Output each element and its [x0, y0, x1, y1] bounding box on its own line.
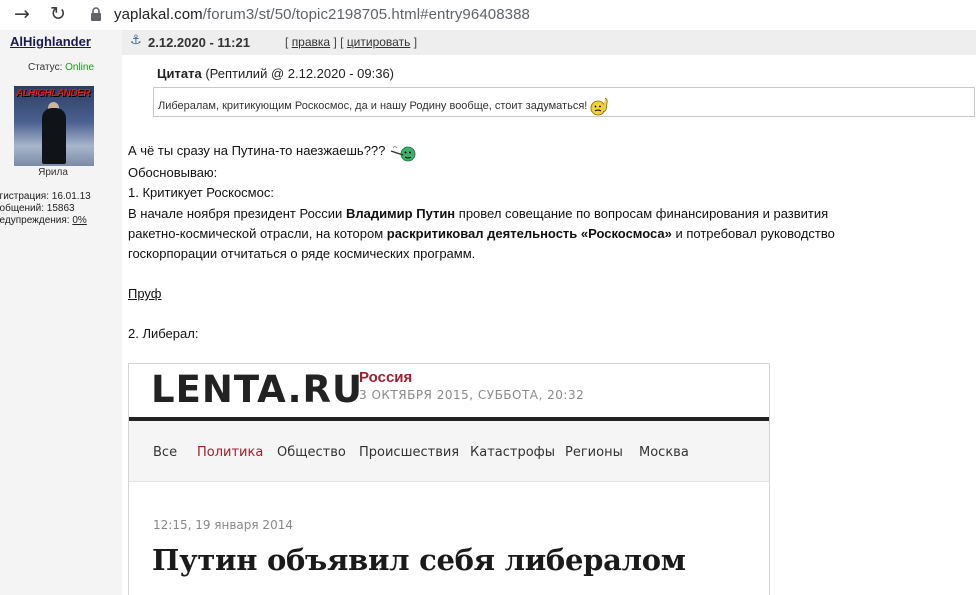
body-line-1: А чё ты сразу на Путина-то наезжаешь??? [128, 141, 417, 162]
quote-label: Цитата [157, 66, 202, 81]
warnings-value[interactable]: 0% [72, 215, 86, 226]
avatar-logo: ALHIGHLANDER [16, 88, 91, 99]
url-host: yaplakal.com [114, 6, 203, 23]
status-label: Статус: [27, 62, 63, 73]
lock-icon[interactable] [90, 7, 102, 21]
proof-link[interactable]: Пруф [128, 286, 161, 301]
browser-toolbar: → ↻ yaplakal.com/forum3/st/50/topic21987… [0, 0, 976, 30]
thinking-smiley-icon [590, 97, 609, 116]
para-a: В начале ноября президент России [128, 206, 346, 221]
lenta-nav-item: Общество [277, 445, 346, 460]
quote-link[interactable]: цитировать [347, 35, 411, 49]
body-line-1-text: А чё ты сразу на Путина-то наезжаешь??? [128, 143, 386, 158]
bracket-open: [ [285, 35, 289, 49]
post-date: 2.12.2020 - 11:21 [148, 35, 250, 50]
lenta-logo: LENTA.RU [151, 368, 364, 411]
lenta-nav-caret [215, 474, 229, 481]
lenta-article-time: 12:15, 19 января 2014 [153, 518, 293, 532]
user-rank: Ярила [38, 167, 68, 178]
back-arrow-icon[interactable]: → [12, 4, 32, 24]
warnings-label: редупреждения: [0, 215, 70, 226]
para2-b: раскритиковал деятельность «Роскосмоса» [386, 226, 672, 241]
post-header: ⚓ 2.12.2020 - 11:21 [ правка ] [ цитиров… [122, 30, 976, 55]
edit-link[interactable]: правка [292, 35, 330, 49]
lenta-section: Россия [359, 369, 413, 386]
quote-meta: (Рептилий @ 2.12.2020 - 09:36) [205, 66, 395, 81]
user-sidebar: AlHighlander Статус: Online ALHIGHLANDER… [0, 30, 122, 595]
lenta-screenshot-image: LENTA.RU Россия 3 ОКТЯБРЯ 2015, СУББОТА,… [128, 363, 770, 595]
status-value: Online [65, 62, 95, 73]
quote-box: Либералам, критикующим Роскосмос, да и н… [153, 87, 975, 117]
user-messages: ообщений: 15863 [0, 203, 75, 214]
lenta-nav-item: Москва [639, 445, 689, 460]
user-status: Статус: Online [0, 62, 122, 73]
lenta-date: 3 ОКТЯБРЯ 2015, СУББОТА, 20:32 [359, 388, 585, 402]
quote-title: Цитата (Рептилий @ 2.12.2020 - 09:36) [157, 66, 394, 81]
body-line-4: 2. Либерал: [128, 326, 199, 341]
lenta-nav-item: Все [153, 445, 178, 460]
avatar[interactable]: ALHIGHLANDER [14, 86, 94, 166]
anchor-icon[interactable]: ⚓ [130, 34, 144, 48]
avatar-figure [42, 108, 66, 164]
lenta-nav: Все Политика Общество Происшествия Катас… [129, 421, 769, 482]
lenta-nav-item-active: Политика [197, 445, 264, 460]
para-b: Владимир Путин [345, 206, 456, 221]
user-registration: егистрация: 16.01.13 [0, 191, 91, 202]
user-warnings: редупреждения: 0% [0, 215, 87, 226]
para2-a: ракетно-космической отрасли, на котором [128, 226, 387, 241]
post-actions: [ правка ] [ цитировать ] [285, 35, 417, 49]
body-paragraph-1: В начале ноября президент России Владими… [128, 204, 828, 224]
quote-text: Либералам, критикующим Роскосмос, да и н… [158, 99, 588, 112]
body-line-2: Обосновываю: [128, 165, 218, 180]
body-line-3: 1. Критикует Роскосмос: [128, 185, 274, 200]
lenta-nav-item: Происшествия [359, 445, 460, 460]
bracket-close: ] [413, 35, 418, 49]
address-bar[interactable]: yaplakal.com/forum3/st/50/topic2198705.h… [114, 6, 530, 23]
smoking-smiley-icon [390, 145, 416, 161]
body-paragraph-2: ракетно-космической отрасли, на котором … [128, 224, 835, 244]
bracket-mid: ] [ [333, 35, 344, 49]
para2-c: и потребовал руководство [671, 226, 835, 241]
body-proof-row: Пруф [128, 284, 161, 304]
lenta-headline: Путин объявил себя либералом [152, 543, 686, 577]
para-c: провел совещание по вопросам финансирова… [455, 206, 829, 221]
body-paragraph-3: госкорпорации отчитаться о ряде космичес… [128, 246, 476, 261]
lenta-nav-item: Катастрофы [470, 445, 556, 460]
quote-text-row: Либералам, критикующим Роскосмос, да и н… [158, 96, 612, 116]
reload-icon[interactable]: ↻ [48, 4, 68, 24]
lenta-nav-item: Регионы [565, 445, 623, 460]
url-path: /forum3/st/50/topic2198705.html#entry964… [202, 6, 530, 23]
username-link[interactable]: AlHighlander [10, 34, 91, 49]
